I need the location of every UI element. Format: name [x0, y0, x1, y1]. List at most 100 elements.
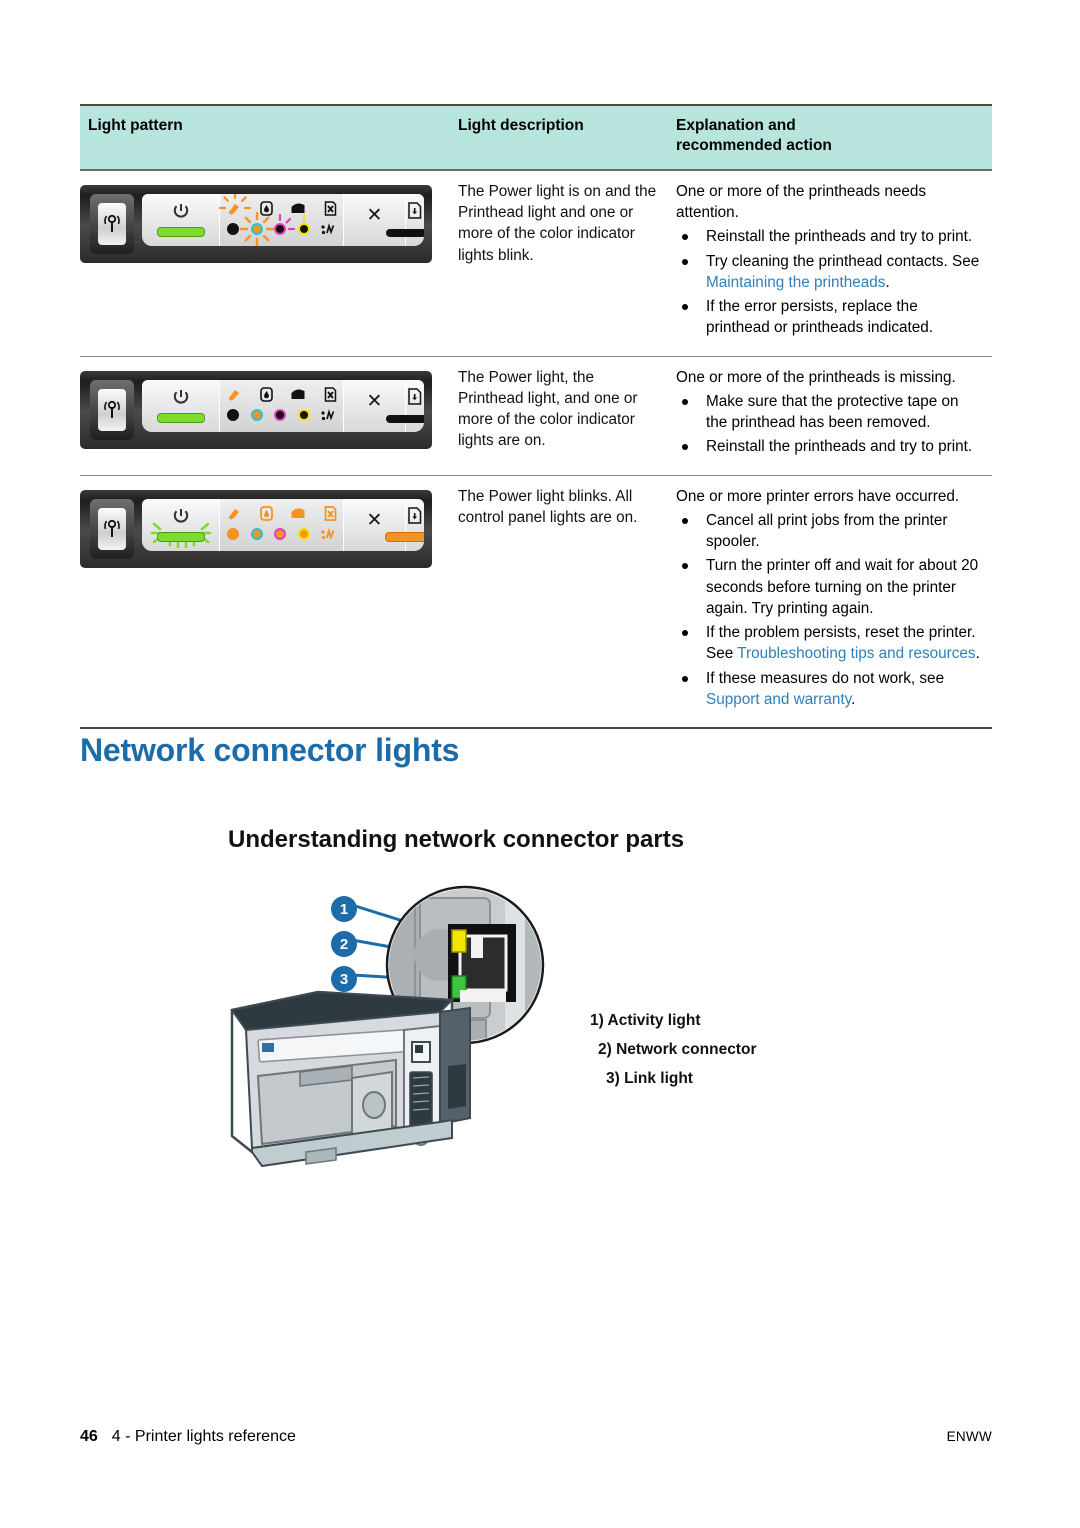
paper-jam-icon [324, 386, 337, 402]
power-icon [173, 203, 188, 218]
resume-button-segment [386, 193, 424, 246]
cyan-ink-light [239, 212, 274, 246]
callout-badge-2: 2 [331, 931, 357, 957]
printer-rear-illustration [230, 990, 471, 1168]
action-list: Make sure that the protective tape on th… [676, 391, 984, 458]
legend-item-activity-light: 1) Activity light [590, 1012, 701, 1029]
yellow-ink-light [297, 409, 310, 422]
action-item: Turn the printer off and wait for about … [676, 555, 984, 619]
ink-drop-icon [259, 386, 273, 402]
power-button-segment [142, 379, 220, 432]
page-title: Network connector lights [80, 732, 460, 768]
action-item: Try cleaning the printhead contacts. See… [676, 251, 984, 294]
status-icons-segment [220, 498, 344, 551]
action-item: If the error persists, replace the print… [676, 296, 984, 339]
control-panel-illustration-2: ✕ [80, 370, 432, 449]
activity-led [451, 929, 467, 953]
action-item: Reinstall the printheads and try to prin… [676, 436, 984, 457]
resume-light-indicator [386, 414, 424, 423]
control-panel-illustration-1: ✕ [80, 184, 432, 263]
printhead-icon [228, 508, 239, 520]
legend-item-network-connector: 2) Network connector [598, 1041, 757, 1059]
action-list: Cancel all print jobs from the printer s… [676, 510, 984, 710]
column-header-explanation: Explanation and recommended action [668, 106, 992, 169]
light-description-cell: The Power light blinks. All control pane… [458, 487, 638, 526]
cyan-ink-light [250, 409, 263, 422]
power-light-indicator [156, 412, 205, 423]
column-header-explanation-line2: recommended action [676, 137, 832, 155]
callout-badge-1: 1 [331, 896, 357, 922]
printer-lights-table: Light pattern Light description Explanat… [80, 104, 992, 730]
ink-drop-icon [259, 505, 273, 521]
light-pattern-cell: ✕ [80, 357, 450, 475]
light-pattern-cell: ✕ [80, 171, 450, 356]
light-pattern-cell: ✕ [80, 476, 450, 728]
resume-light-indicator [385, 531, 424, 542]
explanation-cell: One or more of the printheads is missing… [668, 357, 992, 475]
page-footer: 46 4 - Printer lights reference ENWW [80, 1428, 992, 1446]
action-item: If these measures do not work, see Suppo… [676, 668, 984, 711]
cross-reference-link[interactable]: Troubleshooting tips and resources [737, 645, 975, 662]
section-heading: Understanding network connector parts [228, 826, 685, 853]
status-icons-segment [220, 379, 344, 432]
table-row: ✕ The Power light is on and the Printhea… [80, 171, 992, 357]
table-row: ✕ The Power light, the Printhead light, … [80, 357, 992, 476]
explanation-lead: One or more printer errors have occurred… [676, 487, 960, 505]
wireless-antenna-icon [104, 400, 120, 418]
paper-feed-icon [321, 223, 335, 235]
manual-page: Light pattern Light description Explanat… [0, 0, 1080, 1528]
wireless-button [90, 498, 134, 559]
control-panel-illustration-3: ✕ [80, 489, 432, 568]
action-item: If the problem persists, reset the print… [676, 622, 984, 665]
cancel-button-segment: ✕ [344, 193, 406, 246]
action-list: Reinstall the printheads and try to prin… [676, 226, 984, 338]
light-description-cell: The Power light is on and the Printhead … [458, 182, 657, 264]
cross-reference-link[interactable]: Support and warranty [706, 691, 851, 708]
wireless-icon [98, 507, 126, 550]
wireless-icon [98, 202, 126, 245]
legend-item-link-light: 3) Link light [606, 1070, 693, 1088]
control-panel-strip: ✕ [142, 498, 424, 551]
resume-page-icon [408, 506, 422, 524]
control-panel-strip: ✕ [142, 379, 424, 432]
paper-feed-icon [321, 408, 335, 421]
cancel-icon: ✕ [366, 204, 383, 226]
figure-legend: 1) Activity light 2) Network connector 3… [590, 1006, 756, 1093]
resume-light-indicator [386, 228, 424, 237]
page-number: 46 [80, 1428, 98, 1445]
resume-button-segment [386, 379, 424, 432]
resume-page-icon [408, 387, 422, 405]
print-cartridge-icon [291, 389, 305, 399]
yellow-ink-light [297, 528, 310, 541]
power-icon [173, 389, 188, 404]
explanation-cell: One or more of the printheads needs atte… [668, 171, 992, 356]
light-description-cell: The Power light, the Printhead light, an… [458, 368, 638, 450]
network-connector-figure: 1 2 3 [0, 880, 1080, 1180]
power-button-segment [142, 193, 220, 246]
action-item: Make sure that the protective tape on th… [676, 391, 984, 434]
ink-drop-icon [259, 201, 273, 216]
resume-button-segment [385, 498, 424, 551]
column-header-explanation-line1: Explanation and [676, 117, 796, 134]
column-header-light-description: Light description [458, 117, 584, 134]
print-cartridge-icon [291, 203, 305, 213]
cross-reference-link[interactable]: Maintaining the printheads [706, 274, 885, 291]
table-header-row: Light pattern Light description Explanat… [80, 104, 992, 171]
power-light-indicator [156, 531, 205, 542]
printhead-icon [228, 389, 239, 401]
wireless-antenna-icon [104, 214, 120, 232]
print-cartridge-icon [291, 508, 305, 518]
status-icons-segment [218, 193, 344, 246]
magenta-ink-light [274, 409, 286, 422]
column-header-light-pattern: Light pattern [88, 117, 183, 134]
action-item: Reinstall the printheads and try to prin… [676, 226, 984, 247]
callout-badge-3: 3 [331, 966, 357, 992]
paper-jam-icon [324, 201, 337, 216]
control-panel-strip: ✕ [142, 193, 424, 246]
table-row: ✕ The Power light blinks. All control pa… [80, 476, 992, 730]
cancel-button-segment: ✕ [344, 379, 406, 432]
wireless-antenna-icon [104, 519, 120, 537]
chapter-label: 4 - Printer lights reference [111, 1428, 296, 1445]
printhead-icon [218, 193, 251, 216]
network-connector-diagram [230, 885, 545, 1168]
